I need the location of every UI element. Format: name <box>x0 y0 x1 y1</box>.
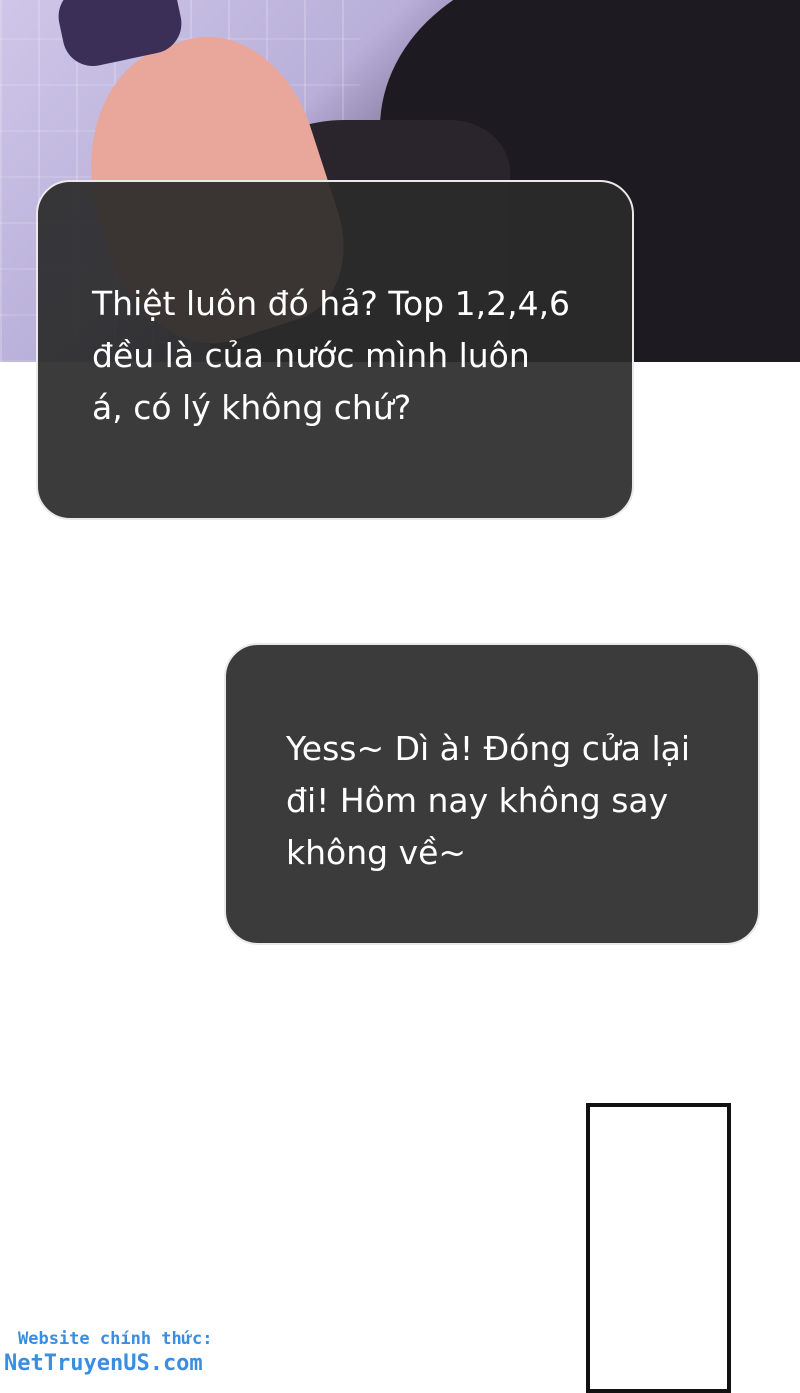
speech-bubble-1: Thiệt luôn đó hả? Top 1,2,4,6 đều là của… <box>36 180 634 520</box>
empty-panel-frame <box>586 1103 731 1393</box>
watermark-label: Website chính thức: <box>18 1329 213 1349</box>
watermark-site-name: NetTruyenUS.com <box>4 1351 203 1376</box>
speech-bubble-text: Yess~ Dì à! Đóng cửa lại đi! Hôm nay khô… <box>286 729 691 872</box>
speech-bubble-2: Yess~ Dì à! Đóng cửa lại đi! Hôm nay khô… <box>224 643 760 945</box>
site-watermark: Website chính thức: NetTruyenUS.com <box>4 1328 264 1378</box>
speech-bubble-text: Thiệt luôn đó hả? Top 1,2,4,6 đều là của… <box>92 284 571 427</box>
